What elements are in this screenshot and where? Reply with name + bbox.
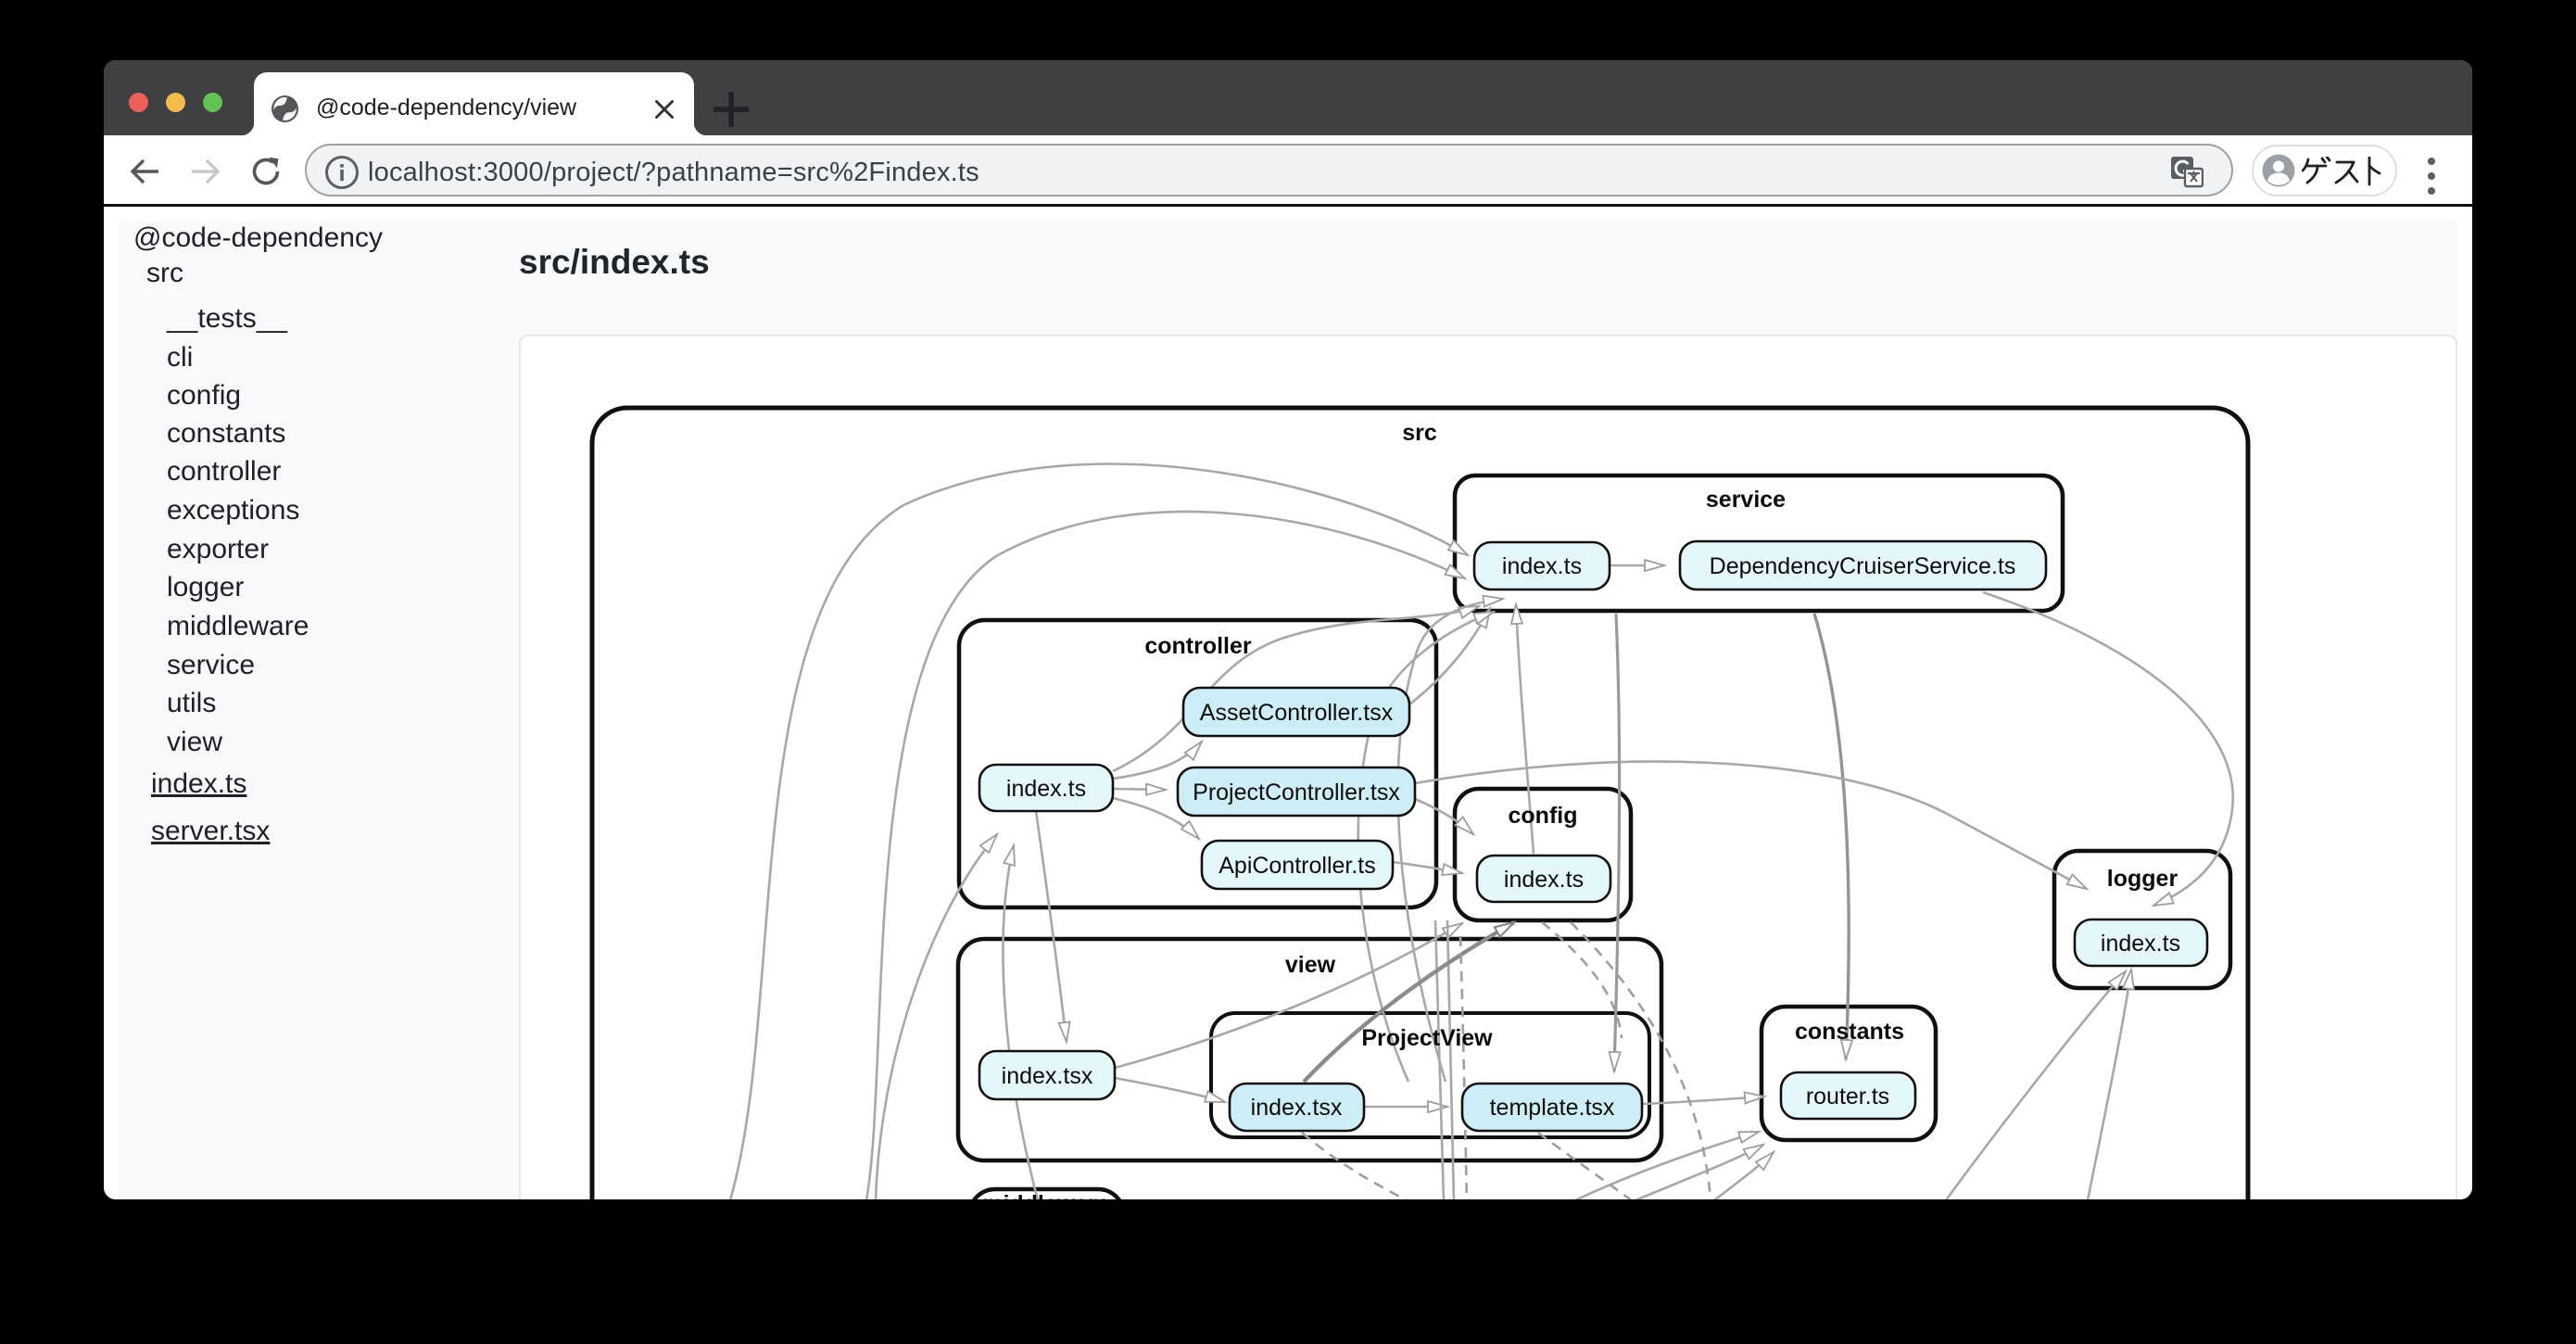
svg-text:index.ts: index.ts	[1502, 553, 1582, 579]
svg-text:index.tsx: index.tsx	[1251, 1095, 1343, 1121]
svg-text:src: src	[1402, 420, 1437, 446]
svg-text:middleware: middleware	[982, 1191, 1110, 1199]
svg-text:controller: controller	[1144, 633, 1252, 659]
svg-text:ProjectController.tsx: ProjectController.tsx	[1193, 780, 1400, 805]
svg-text:view: view	[1285, 952, 1336, 978]
svg-text:index.ts: index.ts	[2101, 931, 2180, 957]
svg-text:service: service	[1706, 487, 1786, 513]
svg-text:DependencyCruiserService.ts: DependencyCruiserService.ts	[1710, 553, 2016, 579]
svg-text:index.ts: index.ts	[1504, 867, 1584, 893]
svg-text:template.tsx: template.tsx	[1490, 1095, 1615, 1121]
svg-text:config: config	[1509, 803, 1578, 829]
svg-text:AssetController.tsx: AssetController.tsx	[1200, 700, 1394, 726]
svg-text:ProjectView: ProjectView	[1361, 1025, 1493, 1051]
svg-text:index.ts: index.ts	[1006, 776, 1086, 802]
svg-text:router.ts: router.ts	[1806, 1084, 1889, 1109]
svg-text:constants: constants	[1795, 1019, 1904, 1045]
svg-text:logger: logger	[2107, 866, 2178, 892]
svg-text:ApiController.ts: ApiController.ts	[1219, 853, 1376, 879]
svg-text:index.tsx: index.tsx	[1002, 1063, 1093, 1089]
